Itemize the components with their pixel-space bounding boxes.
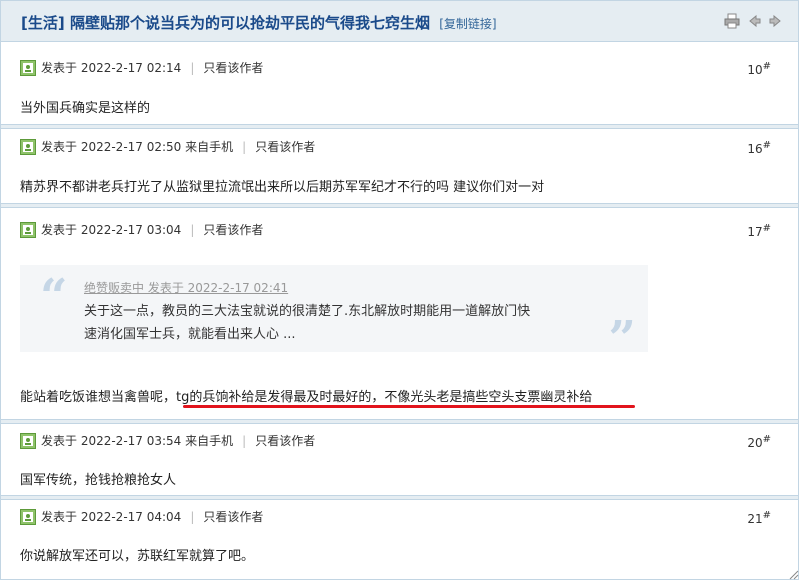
floor-value: 10: [747, 63, 762, 77]
floor-number[interactable]: 20#: [747, 434, 771, 450]
floor-number[interactable]: 21#: [747, 510, 771, 526]
post-divider: [1, 203, 798, 208]
floor-value: 21: [747, 512, 762, 526]
floor-number[interactable]: 17#: [747, 223, 771, 239]
only-author-link[interactable]: 只看该作者: [203, 508, 263, 525]
floor-mark: #: [763, 61, 771, 72]
separator: |: [190, 223, 194, 237]
thread-title: [生活] 隔壁贴那个说当兵为的可以抢劫平民的气得我七窍生烟 [复制链接]: [21, 12, 497, 33]
next-icon[interactable]: [768, 13, 784, 29]
quote-open-mark: “: [40, 273, 68, 321]
user-online-icon: [20, 60, 36, 76]
annotation-underline: [183, 405, 635, 408]
floor-number[interactable]: 16#: [747, 140, 771, 156]
header-icons: [724, 13, 784, 29]
user-online-icon: [20, 509, 36, 525]
separator: |: [242, 140, 246, 154]
quote-source-link[interactable]: 绝赞贩卖中 发表于 2022-2-17 02:41: [84, 279, 288, 296]
post-divider: [1, 419, 798, 424]
post-meta: 发表于 2022-2-17 02:50 来自手机 | 只看该作者: [20, 138, 315, 155]
post-divider: [1, 124, 798, 129]
post-content: 能站着吃饭谁想当禽兽呢，tg的兵饷补给是发得最及时最好的，不像光头老是搞些空头支…: [20, 386, 592, 405]
quote-close-mark: ”: [608, 315, 636, 363]
user-online-icon: [20, 222, 36, 238]
quote-line: 速消化国军士兵，就能看出来人心 ...: [84, 323, 296, 342]
prev-icon[interactable]: [746, 13, 762, 29]
separator: |: [190, 61, 194, 75]
post-time: 发表于 2022-2-17 03:04: [41, 221, 181, 238]
resize-corner[interactable]: [787, 568, 799, 580]
floor-mark: #: [763, 140, 771, 151]
floor-value: 16: [747, 142, 762, 156]
post-time: 发表于 2022-2-17 02:14: [41, 59, 181, 76]
post-divider: [1, 495, 798, 500]
only-author-link[interactable]: 只看该作者: [203, 59, 263, 76]
post-time: 发表于 2022-2-17 02:50 来自手机: [41, 138, 233, 155]
quote-line: 关于这一点，教员的三大法宝就说的很清楚了.东北解放时期能用一道解放门快: [84, 300, 530, 319]
floor-number[interactable]: 10#: [747, 61, 771, 77]
only-author-link[interactable]: 只看该作者: [255, 138, 315, 155]
floor-value: 20: [747, 436, 762, 450]
thread-title-text: 隔壁贴那个说当兵为的可以抢劫平民的气得我七窍生烟: [70, 14, 430, 32]
post-meta: 发表于 2022-2-17 03:04 | 只看该作者: [20, 221, 263, 238]
post-meta: 发表于 2022-2-17 02:14 | 只看该作者: [20, 59, 263, 76]
floor-mark: #: [763, 223, 771, 234]
floor-mark: #: [763, 510, 771, 521]
post-time: 发表于 2022-2-17 03:54 来自手机: [41, 432, 233, 449]
quote-block: “ 绝赞贩卖中 发表于 2022-2-17 02:41 关于这一点，教员的三大法…: [20, 265, 648, 352]
thread-header: [生活] 隔壁贴那个说当兵为的可以抢劫平民的气得我七窍生烟 [复制链接]: [1, 1, 798, 42]
only-author-link[interactable]: 只看该作者: [255, 432, 315, 449]
separator: |: [190, 510, 194, 524]
separator: |: [242, 434, 246, 448]
post-content: 精苏界不都讲老兵打光了从监狱里拉流氓出来所以后期苏军军纪才不行的吗 建议你们对一…: [20, 176, 544, 195]
thread-category[interactable]: [生活]: [21, 14, 65, 32]
post-meta: 发表于 2022-2-17 03:54 来自手机 | 只看该作者: [20, 432, 315, 449]
post-meta: 发表于 2022-2-17 04:04 | 只看该作者: [20, 508, 263, 525]
post-content: 你说解放军还可以，苏联红军就算了吧。: [20, 545, 254, 564]
copy-link[interactable]: [复制链接]: [439, 17, 496, 31]
user-online-icon: [20, 139, 36, 155]
post-content: 国军传统，抢钱抢粮抢女人: [20, 469, 176, 488]
floor-value: 17: [747, 225, 762, 239]
only-author-link[interactable]: 只看该作者: [203, 221, 263, 238]
user-online-icon: [20, 433, 36, 449]
post-time: 发表于 2022-2-17 04:04: [41, 508, 181, 525]
post-content: 当外国兵确实是这样的: [20, 97, 150, 116]
print-icon[interactable]: [724, 13, 740, 29]
floor-mark: #: [763, 434, 771, 445]
